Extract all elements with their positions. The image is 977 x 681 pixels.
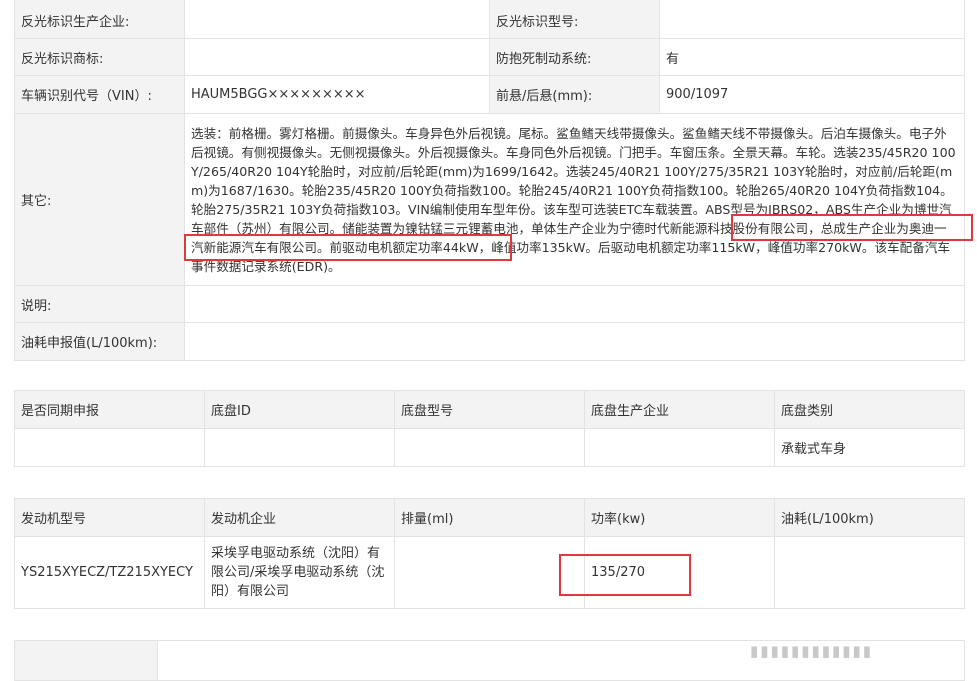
vehicle-info-table: 反光标识生产企业: 反光标识型号: 反光标识商标: 防抱死制动系统: 有 车辆识… xyxy=(14,0,965,361)
engine-displacement-value xyxy=(394,536,585,609)
reflective-model-value xyxy=(659,0,965,39)
table-row: 车辆识别代号（VIN）: HAUM5BGG××××××××× 前悬/后悬(mm)… xyxy=(14,75,965,114)
engine-power-value: 135/270 xyxy=(584,536,775,609)
table-row: 反光标识商标: 防抱死制动系统: 有 xyxy=(14,38,965,76)
table-row: YS215XYECZ/TZ215XYECY 采埃孚电驱动系统（沈阳）有限公司/采… xyxy=(14,536,965,609)
engine-header-maker: 发动机企业 xyxy=(204,498,395,537)
table-row: 油耗申报值(L/100km): xyxy=(14,322,965,361)
abs-label: 防抱死制动系统: xyxy=(489,38,660,76)
chassis-model-value xyxy=(394,428,585,467)
table-row: 说明: xyxy=(14,285,965,323)
chassis-header-type: 底盘类别 xyxy=(774,390,965,429)
engine-header-model: 发动机型号 xyxy=(14,498,205,537)
overhang-value: 900/1097 xyxy=(659,75,965,114)
vin-value: HAUM5BGG××××××××× xyxy=(184,75,490,114)
engine-table: 发动机型号 发动机企业 排量(ml) 功率(kw) 油耗(L/100km) YS… xyxy=(14,498,965,609)
fuel-declared-label: 油耗申报值(L/100km): xyxy=(14,322,185,361)
table-row: 反光标识生产企业: 反光标识型号: xyxy=(14,0,965,39)
chassis-sync-value xyxy=(14,428,205,467)
reflective-maker-label: 反光标识生产企业: xyxy=(14,0,185,39)
chassis-id-value xyxy=(204,428,395,467)
reflective-brand-label: 反光标识商标: xyxy=(14,38,185,76)
note-label: 说明: xyxy=(14,285,185,323)
reflective-brand-value xyxy=(184,38,490,76)
engine-fuel-value xyxy=(774,536,965,609)
engine-maker-value: 采埃孚电驱动系统（沈阳）有限公司/采埃孚电驱动系统（沈阳）有限公司 xyxy=(204,536,395,609)
table-header-row: 发动机型号 发动机企业 排量(ml) 功率(kw) 油耗(L/100km) xyxy=(14,498,965,537)
note-value xyxy=(184,285,965,323)
chassis-header-id: 底盘ID xyxy=(204,390,395,429)
engine-header-fuel: 油耗(L/100km) xyxy=(774,498,965,537)
chassis-header-sync: 是否同期申报 xyxy=(14,390,205,429)
partial-label-cell xyxy=(14,640,158,681)
table-row: 承载式车身 xyxy=(14,428,965,467)
reflective-maker-value xyxy=(184,0,490,39)
chassis-type-value: 承载式车身 xyxy=(774,428,965,467)
engine-model-value: YS215XYECZ/TZ215XYECY xyxy=(14,536,205,609)
chassis-header-model: 底盘型号 xyxy=(394,390,585,429)
chassis-header-maker: 底盘生产企业 xyxy=(584,390,775,429)
engine-header-displacement: 排量(ml) xyxy=(394,498,585,537)
engine-header-power: 功率(kw) xyxy=(584,498,775,537)
watermark-logo: ▮▮▮▮▮▮▮▮▮▮▮▮ xyxy=(750,642,874,660)
chassis-maker-value xyxy=(584,428,775,467)
other-description: 选装：前格栅。雾灯格栅。前摄像头。车身异色外后视镜。尾标。鲨鱼鳍天线带摄像头。鲨… xyxy=(184,113,965,286)
fuel-declared-value xyxy=(184,322,965,361)
reflective-model-label: 反光标识型号: xyxy=(489,0,660,39)
overhang-label: 前悬/后悬(mm): xyxy=(489,75,660,114)
abs-value: 有 xyxy=(659,38,965,76)
chassis-table: 是否同期申报 底盘ID 底盘型号 底盘生产企业 底盘类别 承载式车身 xyxy=(14,390,965,467)
other-label: 其它: xyxy=(14,113,185,286)
table-row: 其它: 选装：前格栅。雾灯格栅。前摄像头。车身异色外后视镜。尾标。鲨鱼鳍天线带摄… xyxy=(14,113,965,286)
table-header-row: 是否同期申报 底盘ID 底盘型号 底盘生产企业 底盘类别 xyxy=(14,390,965,429)
vin-label: 车辆识别代号（VIN）: xyxy=(14,75,185,114)
